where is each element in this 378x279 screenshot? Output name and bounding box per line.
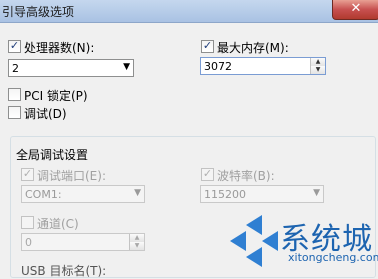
debug-label: 调试(D) bbox=[24, 107, 67, 121]
baud-rate-checkbox[interactable]: ✓ bbox=[201, 168, 214, 181]
check-icon: ✓ bbox=[202, 39, 213, 52]
spin-buttons: ▲ ▼ bbox=[310, 58, 325, 74]
watermark-url: xitongcheng.com bbox=[288, 251, 378, 264]
debug-port-select[interactable]: COM1: ▼ bbox=[21, 185, 145, 203]
window-title: 引导高级选项 bbox=[2, 5, 75, 19]
channel-label: 通道(C) bbox=[37, 217, 79, 231]
check-icon: ✓ bbox=[202, 167, 213, 180]
global-debug-title: 全局调试设置 bbox=[14, 146, 91, 163]
spin-down-icon[interactable]: ▼ bbox=[130, 242, 144, 250]
processor-count-label: 处理器数(N): bbox=[24, 41, 95, 55]
pci-lock-label: PCI 锁定(P) bbox=[24, 89, 88, 103]
spin-down-icon[interactable]: ▼ bbox=[311, 66, 325, 74]
max-memory-checkbox[interactable]: ✓ bbox=[201, 40, 214, 53]
baud-rate-label: 波特率(B): bbox=[217, 169, 275, 183]
chevron-down-icon: ▼ bbox=[123, 62, 130, 72]
baud-rate-select[interactable]: 115200 ▼ bbox=[200, 185, 324, 203]
channel-spinner[interactable]: 0 ▲ ▼ bbox=[21, 233, 145, 251]
title-bar: 引导高级选项 ✕ bbox=[0, 0, 378, 23]
debug-port-checkbox[interactable]: ✓ bbox=[21, 168, 34, 181]
max-memory-spinner[interactable]: 3072 ▲ ▼ bbox=[200, 57, 326, 75]
pci-lock-checkbox[interactable] bbox=[8, 88, 21, 101]
processor-count-select[interactable]: 2 ▼ bbox=[8, 59, 134, 77]
check-icon: ✓ bbox=[9, 39, 20, 52]
chevron-down-icon: ▼ bbox=[134, 188, 141, 198]
close-icon: ✕ bbox=[350, 1, 362, 16]
chevron-down-icon: ▼ bbox=[313, 188, 320, 198]
close-button[interactable]: ✕ bbox=[332, 0, 378, 20]
max-memory-value: 3072 bbox=[204, 60, 232, 73]
channel-value: 0 bbox=[25, 236, 32, 249]
processor-count-checkbox[interactable]: ✓ bbox=[8, 40, 21, 53]
check-icon: ✓ bbox=[22, 167, 33, 180]
baud-rate-value: 115200 bbox=[204, 188, 246, 201]
processor-count-value: 2 bbox=[12, 62, 19, 75]
spin-buttons: ▲ ▼ bbox=[129, 234, 144, 250]
debug-checkbox[interactable] bbox=[8, 106, 21, 119]
channel-checkbox[interactable] bbox=[21, 216, 34, 229]
debug-port-label: 调试端口(E): bbox=[37, 169, 106, 183]
max-memory-label: 最大内存(M): bbox=[217, 41, 289, 55]
debug-port-value: COM1: bbox=[25, 188, 62, 201]
